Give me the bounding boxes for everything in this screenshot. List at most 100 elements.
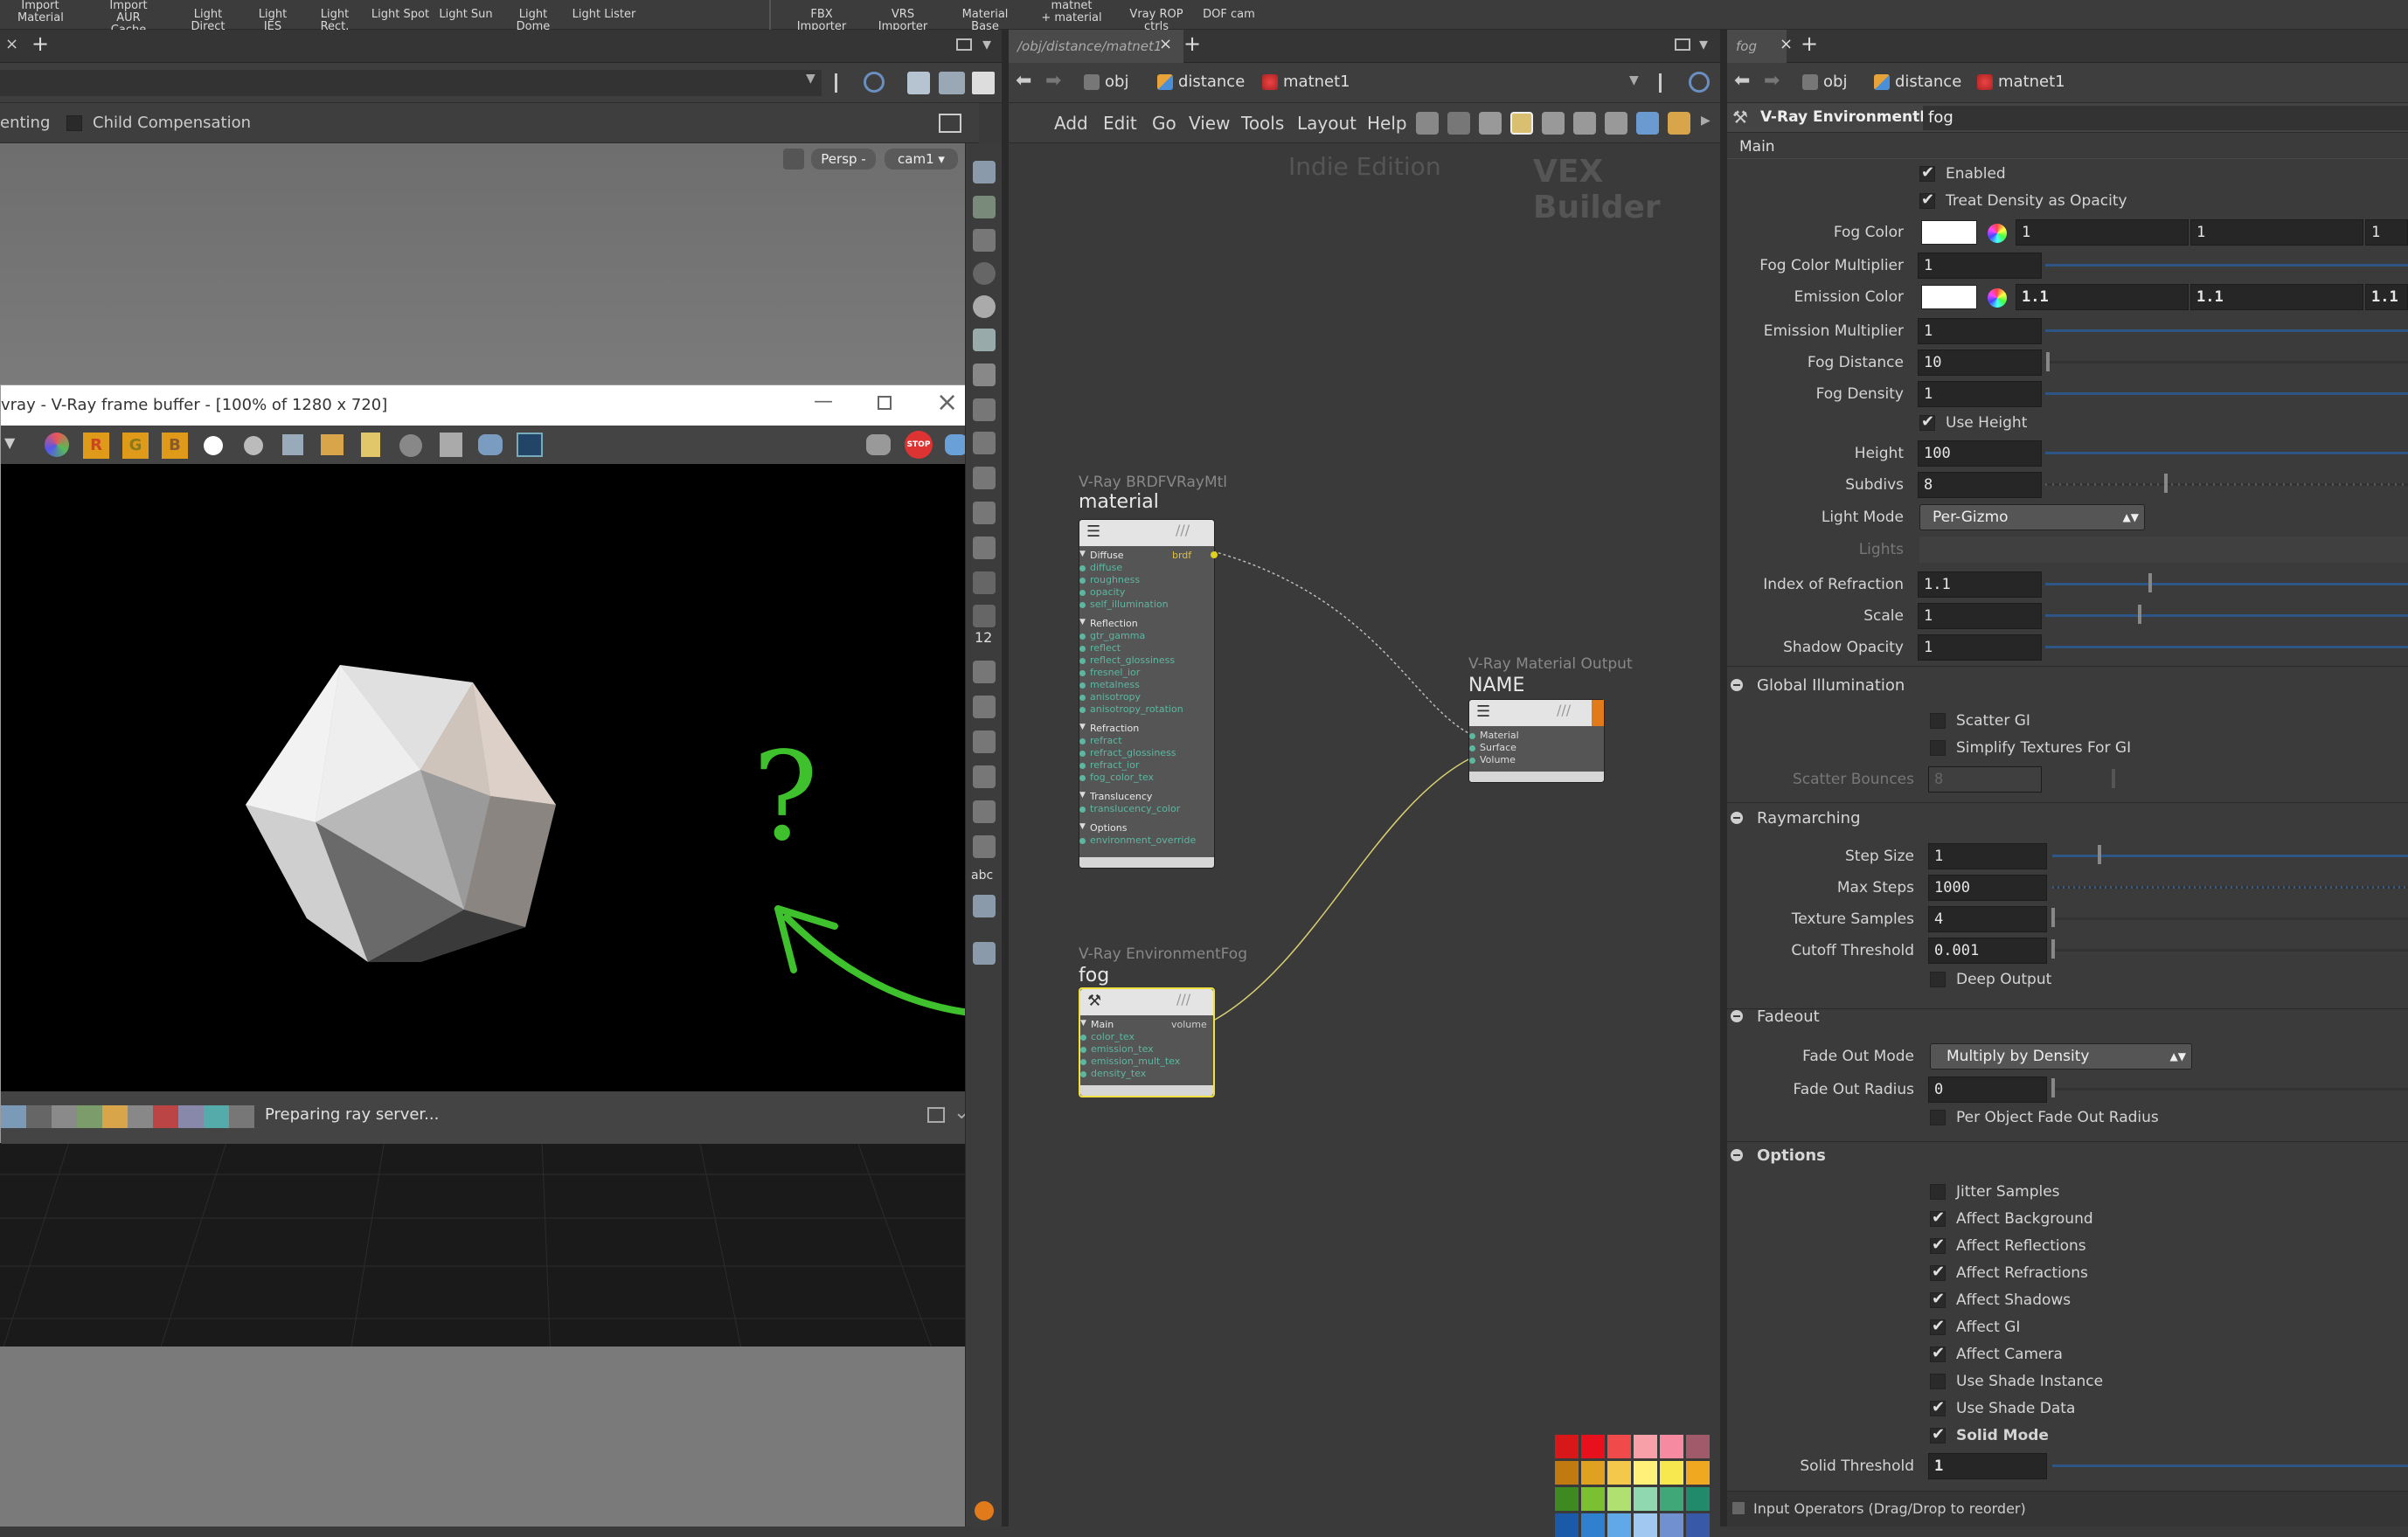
pin-icon[interactable]	[835, 73, 856, 93]
menu-view[interactable]: View	[1189, 103, 1230, 143]
fog-color-mult-field[interactable]: 1	[1918, 253, 2042, 279]
green-channel-button[interactable]: G	[122, 433, 149, 459]
network-canvas[interactable]: Indie Edition VEX Builder V-Ray BRDFVRay…	[1009, 143, 1721, 1537]
affect-reflections-checkbox[interactable]	[1930, 1236, 1946, 1254]
palette-swatch[interactable]	[1686, 1487, 1710, 1511]
teapot-icon[interactable]	[478, 434, 503, 455]
palette-swatch[interactable]	[1660, 1461, 1683, 1485]
palette-swatch[interactable]	[1555, 1461, 1579, 1485]
chevron-right-icon[interactable]: ▶	[1701, 114, 1711, 128]
scene-view-icon[interactable]	[939, 72, 965, 94]
output-node[interactable]: ☰ /// Material Surface Volume	[1468, 699, 1605, 783]
shelf-tool-light-spot[interactable]: Light Spot	[371, 9, 430, 21]
fog-distance-field[interactable]: 10	[1918, 350, 2042, 376]
emission-color-r-field[interactable]: 1.1	[2016, 284, 2189, 310]
options-section[interactable]: Options	[1731, 1146, 1826, 1165]
expand-icon[interactable]	[1732, 1502, 1745, 1514]
palette-swatch[interactable]	[1634, 1461, 1657, 1485]
port[interactable]: anisotropy	[1079, 691, 1141, 703]
affect-refractions-checkbox[interactable]	[1930, 1263, 1946, 1281]
select-icon[interactable]	[973, 161, 996, 183]
menu-tools[interactable]: Tools	[1241, 103, 1284, 143]
clear-icon[interactable]	[399, 434, 422, 457]
step-size-slider-handle[interactable]	[2098, 845, 2101, 864]
output-port-dot[interactable]	[1211, 551, 1218, 558]
fog-color-r-field[interactable]: 1	[2016, 219, 2189, 246]
number-display-icon[interactable]: 12	[975, 629, 992, 646]
back-arrow-icon[interactable]: ⬅	[1016, 70, 1031, 92]
use-height-checkbox[interactable]	[1919, 412, 1935, 431]
persp-dropdown[interactable]: Persp -	[811, 149, 876, 170]
add-tab-icon[interactable]: +	[1801, 31, 1818, 56]
tab-network-path[interactable]: /obj/distance/matnet1	[1009, 30, 1183, 63]
folder-icon[interactable]	[1668, 112, 1690, 135]
jitter-samples-checkbox[interactable]	[1930, 1184, 1946, 1200]
port[interactable]: opacity	[1079, 586, 1125, 598]
fog-distance-slider[interactable]	[2045, 361, 2408, 363]
clipboard-icon[interactable]	[361, 433, 380, 457]
back-arrow-icon[interactable]: ⬅	[1734, 70, 1750, 92]
pane-menu-icon[interactable]	[956, 38, 972, 51]
fade-out-radius-slider[interactable]	[2052, 1088, 2408, 1090]
node-name-field[interactable]: fog	[1923, 106, 2408, 130]
palette-swatch[interactable]	[1607, 1461, 1631, 1485]
warning-icon[interactable]	[975, 1501, 994, 1520]
tree-view-icon[interactable]	[1447, 112, 1470, 135]
simplify-textures-checkbox[interactable]	[1930, 740, 1946, 756]
shelf-tool-dof-cam[interactable]: DOF cam	[1203, 9, 1255, 21]
global-illumination-section[interactable]: Global Illumination	[1731, 676, 1905, 695]
points-icon[interactable]	[973, 537, 996, 559]
shelf-tool-matnet-material[interactable]: matnet + material	[1037, 0, 1107, 24]
close-icon[interactable]: ×	[5, 35, 18, 53]
deep-output-checkbox[interactable]	[1930, 972, 1946, 987]
ior-field[interactable]: 1.1	[1918, 571, 2042, 598]
palette-swatch[interactable]	[1660, 1435, 1683, 1458]
line-icon[interactable]	[973, 730, 996, 753]
shelf-tool-import-material[interactable]: Import Material	[17, 0, 64, 24]
add-tab-icon[interactable]: +	[31, 31, 49, 56]
tools-icon[interactable]	[1416, 112, 1439, 135]
palette-swatch[interactable]	[1555, 1513, 1579, 1537]
subdivs-field[interactable]: 8	[1918, 472, 2042, 498]
scatter-bounces-field[interactable]: 8	[1928, 766, 2042, 793]
input-port-surface[interactable]: Surface	[1469, 742, 1516, 753]
emission-mult-field[interactable]: 1	[1918, 318, 2042, 344]
port[interactable]: metalness	[1079, 679, 1140, 690]
step-size-field[interactable]: 1	[1928, 843, 2047, 869]
maximize-icon[interactable]	[972, 72, 995, 94]
fadeout-section[interactable]: Fadeout	[1731, 1007, 1820, 1026]
port[interactable]: emission_tex	[1080, 1043, 1154, 1055]
port[interactable]: fresnel_ior	[1079, 667, 1140, 678]
color-palette[interactable]	[1555, 1435, 1721, 1537]
shadow-opacity-slider[interactable]	[2045, 646, 2408, 648]
port[interactable]: anisotropy_rotation	[1079, 703, 1183, 715]
palette-swatch[interactable]	[1634, 1487, 1657, 1511]
image-background-icon[interactable]	[1636, 112, 1659, 135]
solid-threshold-slider[interactable]	[2052, 1464, 2408, 1467]
output-port-brdf[interactable]: brdf	[1172, 550, 1191, 561]
maximize-window-icon[interactable]	[878, 396, 892, 410]
child-compensation-checkbox[interactable]	[66, 115, 82, 131]
affect-camera-checkbox[interactable]	[1930, 1344, 1946, 1362]
folder-icon[interactable]	[321, 434, 344, 455]
tab-main[interactable]: Main	[1739, 138, 1775, 156]
palette-swatch[interactable]	[1660, 1513, 1683, 1537]
texture-samples-field[interactable]: 4	[1928, 906, 2047, 932]
chevron-down-icon[interactable]: ▾	[982, 33, 991, 54]
bulb-icon[interactable]	[973, 363, 996, 386]
camera-dropdown[interactable]: cam1 ▾	[885, 149, 958, 170]
add-tab-icon[interactable]: +	[1183, 31, 1201, 56]
affect-shadows-checkbox[interactable]	[1930, 1290, 1946, 1308]
port[interactable]: gtr_gamma	[1079, 630, 1145, 641]
shelf-tool-light-sun[interactable]: Light Sun	[437, 9, 495, 21]
output-flag[interactable]	[1592, 700, 1604, 726]
light-mode-dropdown[interactable]: Per-Gizmo ▲▼	[1919, 504, 2145, 530]
text-icon[interactable]: abc	[971, 869, 993, 883]
input-port-material[interactable]: Material	[1469, 730, 1519, 741]
tile-view-icon[interactable]	[1542, 112, 1565, 135]
chevron-down-icon[interactable]: ▼	[4, 434, 15, 451]
material-node[interactable]: ☰ /// brdf Diffuse diffuse roughness opa…	[1079, 519, 1218, 869]
scatter-bounces-slider-handle[interactable]	[2112, 769, 2115, 788]
fade-out-radius-slider-handle[interactable]	[2051, 1078, 2055, 1097]
port[interactable]: refract_glossiness	[1079, 747, 1176, 758]
